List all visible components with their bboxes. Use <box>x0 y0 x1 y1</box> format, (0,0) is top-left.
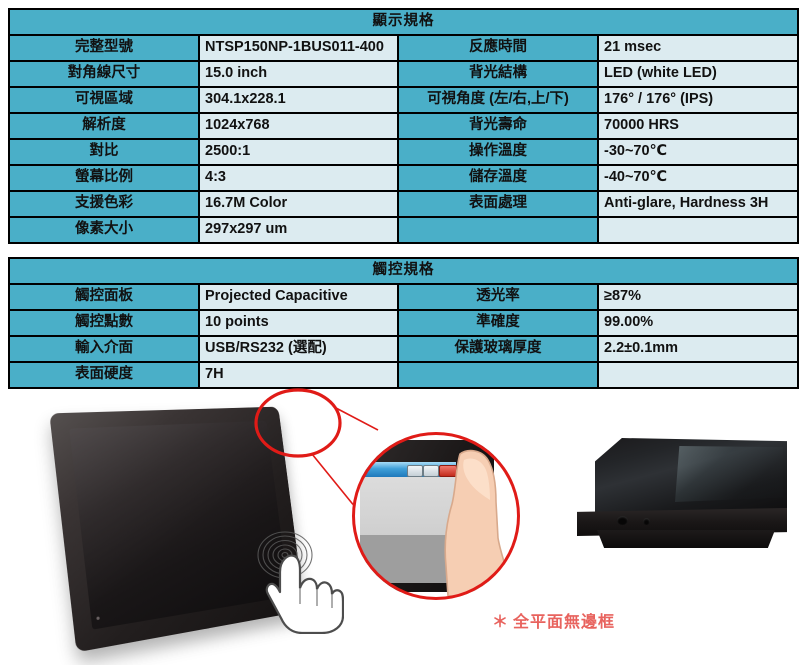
row-label: 儲存溫度 <box>397 164 599 192</box>
row-value: 70000 HRS <box>597 112 799 140</box>
side-view-flat-bezel-monitor <box>565 438 787 566</box>
row-value: LED (white LED) <box>597 60 799 88</box>
table-title-row: 觸控規格 <box>8 257 799 285</box>
table-row: 螢幕比例 4:3 儲存溫度 -40~70℃ <box>8 164 799 192</box>
row-value: NTSP150NP-1BUS011-400 <box>198 34 399 62</box>
row-value: 99.00% <box>597 309 799 337</box>
row-label-empty <box>397 361 599 389</box>
row-value: -30~70℃ <box>597 138 799 166</box>
minimize-button-icon[interactable] <box>407 465 423 477</box>
row-value: 176° / 176° (IPS) <box>597 86 799 114</box>
row-label: 操作溫度 <box>397 138 599 166</box>
row-label: 對角線尺寸 <box>8 60 200 88</box>
table-row: 輸入介面 USB/RS232 (選配) 保護玻璃厚度 2.2±0.1mm <box>8 335 799 363</box>
side-glass-reflection <box>675 446 783 502</box>
row-label: 表面硬度 <box>8 361 200 389</box>
product-photo-area <box>0 388 805 665</box>
display-spec-title: 顯示規格 <box>8 8 799 36</box>
touch-spec-title: 觸控規格 <box>8 257 799 285</box>
row-value: 2500:1 <box>198 138 399 166</box>
row-label: 表面處理 <box>397 190 599 218</box>
table-row: 可視區域 304.1x228.1 可視角度 (左/右,上/下) 176° / 1… <box>8 86 799 114</box>
row-label: 支援色彩 <box>8 190 200 218</box>
row-label: 觸控點數 <box>8 309 200 337</box>
table-title-row: 顯示規格 <box>8 8 799 36</box>
table-row: 對比 2500:1 操作溫度 -30~70℃ <box>8 138 799 166</box>
table-row: 解析度 1024x768 背光壽命 70000 HRS <box>8 112 799 140</box>
row-value-empty <box>597 216 799 244</box>
row-label: 解析度 <box>8 112 200 140</box>
row-value-empty <box>597 361 799 389</box>
row-value: 10 points <box>198 309 399 337</box>
row-label: 完整型號 <box>8 34 200 62</box>
row-label: 透光率 <box>397 283 599 311</box>
table-row: 表面硬度 7H <box>8 361 799 389</box>
row-value: ≥87% <box>597 283 799 311</box>
row-value: 4:3 <box>198 164 399 192</box>
display-spec-table: 顯示規格 完整型號 NTSP150NP-1BUS011-400 反應時間 21 … <box>8 8 799 244</box>
table-row: 完整型號 NTSP150NP-1BUS011-400 反應時間 21 msec <box>8 34 799 62</box>
row-value: 304.1x228.1 <box>198 86 399 114</box>
row-label: 可視區域 <box>8 86 200 114</box>
row-label-empty <box>397 216 599 244</box>
note-text: 全平面無邊框 <box>513 614 616 631</box>
row-label: 保護玻璃厚度 <box>397 335 599 363</box>
row-label: 像素大小 <box>8 216 200 244</box>
bezel-less-note: ＊全平面無邊框 <box>492 608 615 632</box>
table-row: 對角線尺寸 15.0 inch 背光結構 LED (white LED) <box>8 60 799 88</box>
spec-sheet-page: 顯示規格 完整型號 NTSP150NP-1BUS011-400 反應時間 21 … <box>0 0 805 665</box>
row-value: Projected Capacitive <box>198 283 399 311</box>
maximize-button-icon[interactable] <box>423 465 439 477</box>
finger-touch-icon <box>444 449 509 596</box>
connector-port-icon <box>643 518 650 525</box>
row-label: 背光結構 <box>397 60 599 88</box>
bezel-corner-magnified-detail <box>352 432 520 600</box>
zoom-background <box>352 432 520 600</box>
row-label: 準確度 <box>397 309 599 337</box>
table-row: 觸控面板 Projected Capacitive 透光率 ≥87% <box>8 283 799 311</box>
row-value: 15.0 inch <box>198 60 399 88</box>
row-value: 7H <box>198 361 399 389</box>
row-label: 輸入介面 <box>8 335 200 363</box>
note-star-icon: ＊ <box>492 614 510 631</box>
row-label: 背光壽命 <box>397 112 599 140</box>
row-value: Anti-glare, Hardness 3H <box>597 190 799 218</box>
row-label: 螢幕比例 <box>8 164 200 192</box>
row-value: 297x297 um <box>198 216 399 244</box>
row-value: 21 msec <box>597 34 799 62</box>
table-row: 像素大小 297x297 um <box>8 216 799 244</box>
touch-spec-table: 觸控規格 觸控面板 Projected Capacitive 透光率 ≥87% … <box>8 257 799 389</box>
table-row: 觸控點數 10 points 準確度 99.00% <box>8 309 799 337</box>
row-value: -40~70℃ <box>597 164 799 192</box>
row-label: 對比 <box>8 138 200 166</box>
row-label: 反應時間 <box>397 34 599 62</box>
side-rear-housing <box>597 530 775 548</box>
row-value: 1024x768 <box>198 112 399 140</box>
row-label: 觸控面板 <box>8 283 200 311</box>
table-row: 支援色彩 16.7M Color 表面處理 Anti-glare, Hardne… <box>8 190 799 218</box>
row-value: 16.7M Color <box>198 190 399 218</box>
row-value: 2.2±0.1mm <box>597 335 799 363</box>
row-label: 可視角度 (左/右,上/下) <box>397 86 599 114</box>
screw-hole-icon <box>617 516 628 525</box>
row-value: USB/RS232 (選配) <box>198 335 399 363</box>
